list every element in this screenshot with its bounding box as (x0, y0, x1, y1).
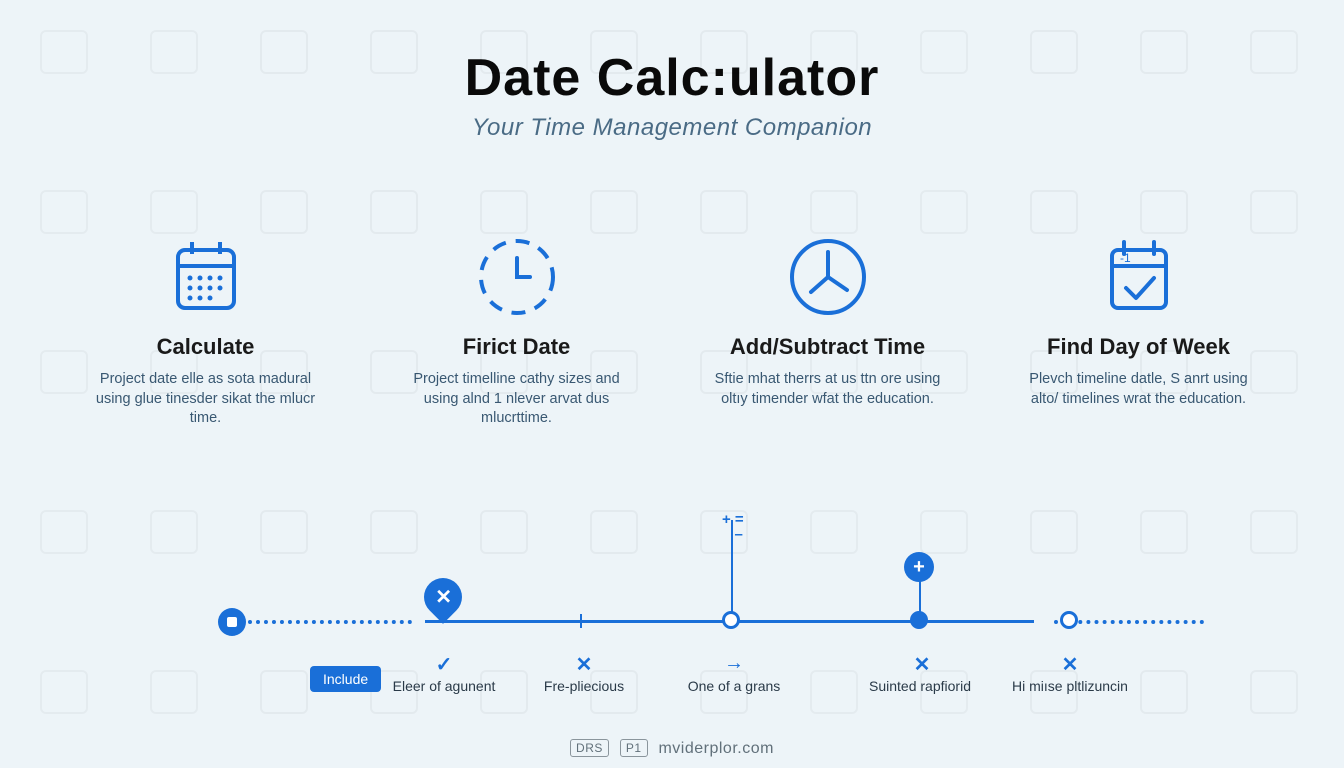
pin-x-icon: ✕ (416, 570, 470, 624)
svg-text:-1: -1 (1120, 251, 1131, 265)
timeline-node (1060, 611, 1078, 629)
timeline-tick (580, 614, 582, 628)
feature-heading: Find Day of Week (1014, 334, 1264, 360)
header: Date Calc:ulator Your Time Management Co… (0, 0, 1344, 142)
footer-badge: P1 (620, 739, 648, 757)
x-icon: ✕ (572, 652, 596, 677)
plus-circle-icon: + (904, 552, 934, 582)
feature-heading: Firict Date (392, 334, 642, 360)
page-title: Date Calc:ulator (0, 48, 1344, 108)
timeline-label: One of a grans (688, 678, 781, 694)
timeline-dotted-left (248, 620, 412, 624)
calendar-check-icon: -1 (1014, 232, 1264, 322)
arrow-right-icon: → (722, 652, 746, 675)
feature-day-of-week: -1 Find Day of Week Plevch timeline datl… (1014, 232, 1264, 429)
page-subtitle: Your Time Management Companion (0, 114, 1344, 142)
include-button[interactable]: Include (310, 666, 381, 692)
footer-badge: DRS (570, 739, 609, 757)
feature-row: Calculate Project date elle as sota madu… (0, 232, 1344, 429)
feature-add-subtract: Add/Subtract Time Sftie mhat therrs at u… (703, 232, 953, 429)
timeline-graphic: ✕ + = – + ✓ ✕ → ✕ ✕ Include Eleer of agu… (120, 560, 1224, 740)
feature-heading: Add/Subtract Time (703, 334, 953, 360)
feature-heading: Calculate (81, 334, 331, 360)
feature-first-date: Firict Date Project timelline cathy size… (392, 232, 642, 429)
feature-desc: Plevch timeline datle, S anrt using alto… (1014, 370, 1264, 409)
feature-desc: Project date elle as sota madural using … (81, 370, 331, 429)
timeline-label: Fre-pliecious (544, 678, 624, 694)
timeline-stem (919, 580, 921, 614)
feature-calculate: Calculate Project date elle as sota madu… (81, 232, 331, 429)
x-icon: ✕ (910, 652, 934, 677)
footer-site: mviderplor.com (658, 740, 773, 757)
footer: DRS P1 mviderplor.com (0, 739, 1344, 758)
timeline-label: Suinted rapfiorid (869, 678, 971, 694)
calendar-icon (81, 232, 331, 322)
feature-desc: Sftie mhat therrs at us ttn ore using ol… (703, 370, 953, 409)
timeline-label: Hi miıse pltlizuncin (1012, 678, 1128, 694)
x-icon: ✕ (1058, 652, 1082, 677)
clock-dashed-icon (392, 232, 642, 322)
clock-hands-icon (703, 232, 953, 322)
plus-equals-icon: + = – (722, 512, 744, 542)
feature-desc: Project timelline cathy sizes and using … (392, 370, 642, 429)
stop-icon (218, 608, 246, 636)
timeline-label: Eleer of agunent (393, 678, 496, 694)
check-icon: ✓ (432, 652, 456, 677)
